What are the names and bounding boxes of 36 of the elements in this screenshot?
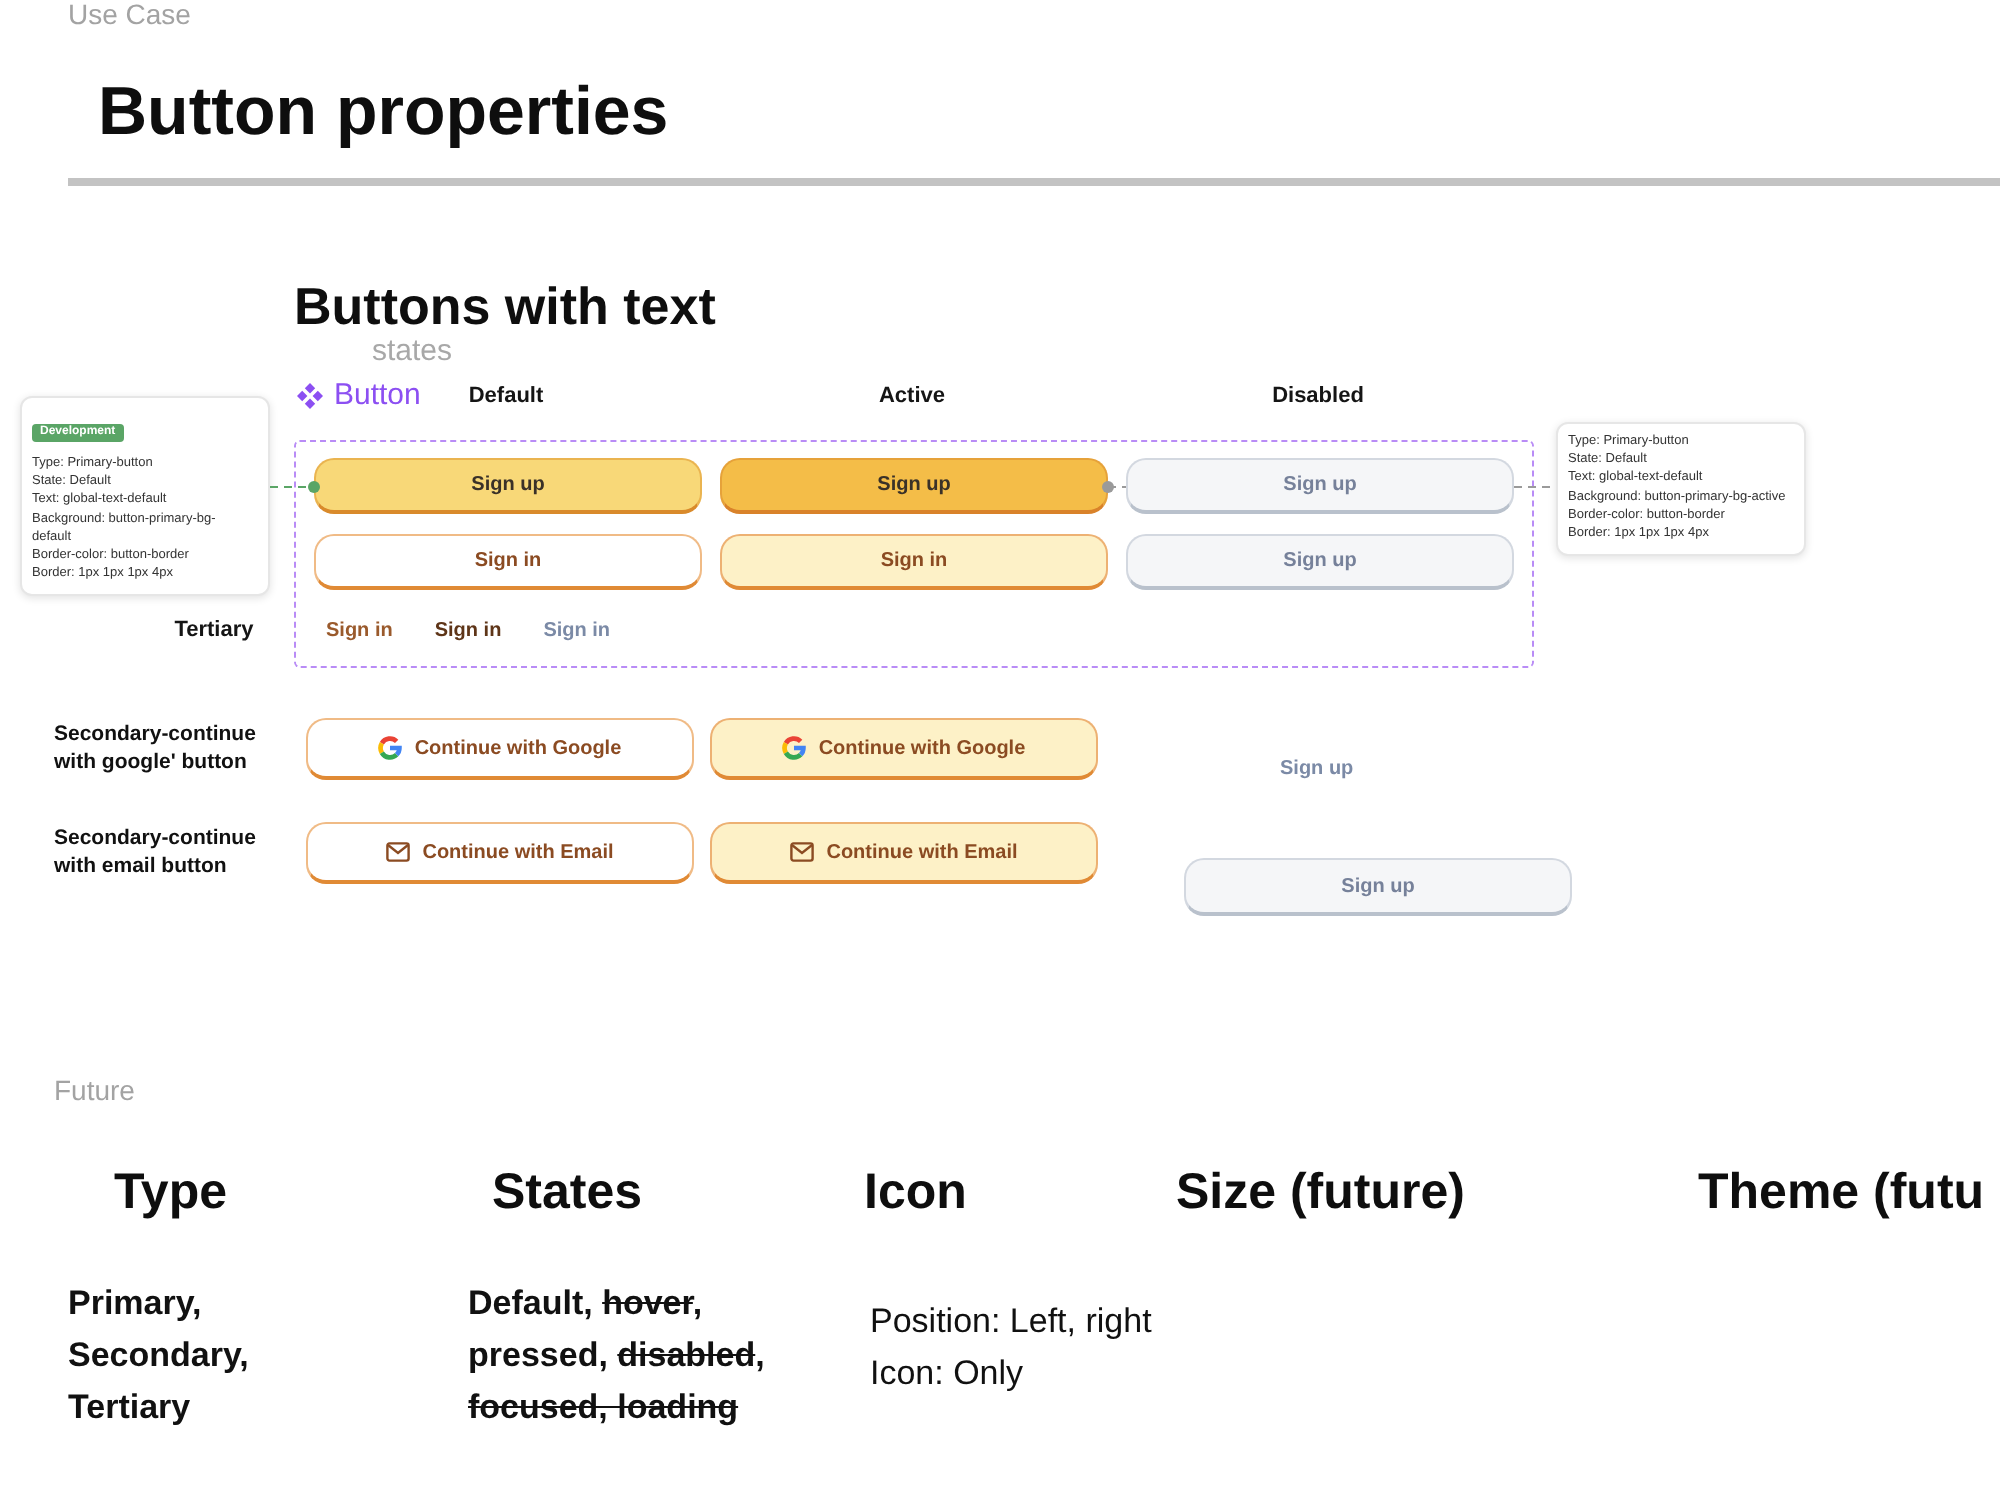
envelope-icon	[386, 842, 411, 862]
secondary-button[interactable]: Sign in	[314, 534, 702, 590]
secondary-button[interactable]: Sign in	[720, 534, 1108, 590]
text-button[interactable]: Sign in	[432, 612, 504, 648]
social-login-button[interactable]: Continue with Google	[710, 718, 1098, 780]
primary-button[interactable]: Sign up	[720, 458, 1108, 514]
column-heading: Type	[114, 1162, 227, 1224]
google-logo-icon	[378, 736, 403, 760]
page-title: Button properties	[98, 72, 669, 152]
component-name: Button	[334, 380, 421, 412]
column-heading: Default	[468, 382, 544, 412]
column-heading: Size (future)	[1176, 1162, 1465, 1224]
frame-subtitle: states	[372, 336, 453, 368]
column-heading: Active	[878, 382, 946, 412]
section-label: Future	[54, 1074, 135, 1106]
frame-title: Buttons with text	[294, 276, 716, 336]
primary-button[interactable]: Sign up	[314, 458, 702, 514]
column-heading: Icon	[864, 1162, 967, 1224]
property-text: Default, hover, pressed, disabled, focused, loading	[468, 1282, 767, 1430]
column-heading: States	[492, 1162, 643, 1224]
envelope-icon	[790, 842, 815, 862]
property-text: Primary, Secondary, Tertiary	[68, 1282, 251, 1430]
social-login-button[interactable]: Continue with Email	[306, 822, 694, 884]
text-button[interactable]: Sign in	[324, 612, 395, 648]
column-heading: Theme (futu	[1698, 1162, 1985, 1224]
property-text: Position: Left, right	[870, 1300, 1152, 1344]
component-icon	[296, 382, 324, 410]
section-label: Use Case	[66, 0, 191, 28]
row-label: Tertiary	[172, 618, 256, 642]
column-heading: Disabled	[1272, 382, 1364, 412]
social-login-button[interactable]: Continue with Email	[710, 822, 1098, 884]
row-label: Secondary-continue with email button	[54, 824, 258, 880]
row-label: Secondary-continue with google' button	[54, 720, 258, 776]
social-login-button[interactable]: Continue with Google	[306, 718, 694, 780]
google-logo-icon	[782, 736, 807, 760]
property-text: Icon: Only	[870, 1352, 1024, 1396]
